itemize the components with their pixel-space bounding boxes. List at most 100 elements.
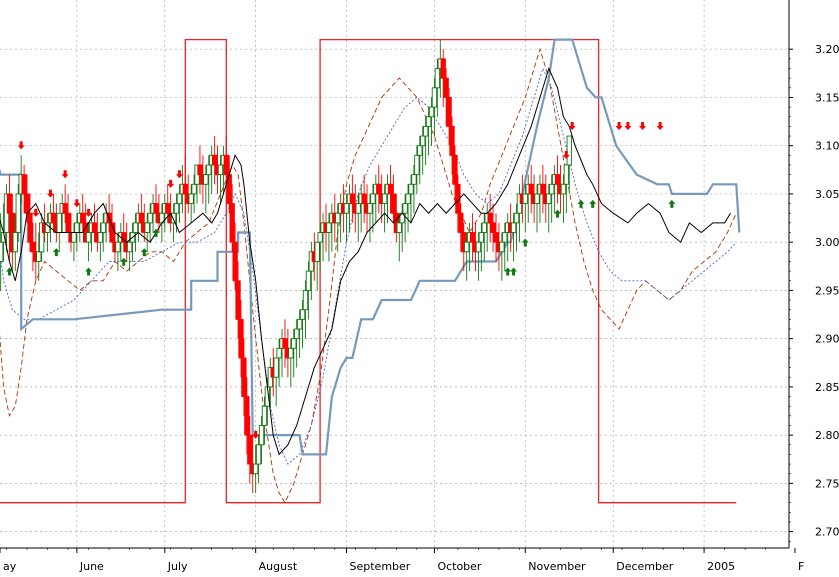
price-chart: 3.20 3.15 3.10 3.05 3.00 2.95 2.90 2.85 2.80 2.75… xyxy=(0,0,839,573)
price-bar-body xyxy=(305,270,312,291)
price-bar-body xyxy=(502,232,508,243)
price-bar-body xyxy=(24,193,30,214)
price-bar-body xyxy=(50,212,57,224)
price-bar-body xyxy=(85,232,92,243)
price-bar-body xyxy=(144,222,150,233)
price-bar-body xyxy=(335,212,341,224)
price-bar-body xyxy=(475,241,482,253)
chart-background xyxy=(0,0,839,573)
price-bar-body xyxy=(499,241,505,253)
price-bar-body xyxy=(376,183,382,195)
price-bar-body xyxy=(458,212,464,233)
price-bar-body xyxy=(522,193,528,205)
price-bar-body xyxy=(65,212,71,233)
chart-container: 3.20 3.15 3.10 3.05 3.00 2.95 2.90 2.85 2.80 2.75… xyxy=(0,0,839,573)
price-bar-body xyxy=(396,222,402,233)
price-bar-body xyxy=(355,203,361,214)
price-bar-body xyxy=(273,357,279,378)
price-bar-body xyxy=(244,396,250,436)
price-bar-body xyxy=(153,203,159,214)
y-tick-label: 2.85 xyxy=(815,381,839,394)
price-bar-body xyxy=(302,289,309,311)
price-bar-body xyxy=(490,222,496,233)
price-bar-body xyxy=(487,212,493,224)
price-bar-body xyxy=(170,212,177,224)
price-bar-body xyxy=(27,212,33,243)
x-tick-label: September xyxy=(350,560,411,573)
price-bar-body xyxy=(434,68,441,89)
price-bar-body xyxy=(80,212,86,224)
price-bar-body xyxy=(238,318,244,359)
y-tick-label: 3.15 xyxy=(815,91,839,104)
x-tick-label: F xyxy=(798,560,804,573)
x-tick-label: December xyxy=(616,560,674,573)
price-bar-body xyxy=(423,125,429,137)
y-tick-label: 2.95 xyxy=(815,284,839,297)
price-bar-body xyxy=(317,232,323,243)
price-bar-body xyxy=(411,174,417,185)
x-tick-label: 2005 xyxy=(707,560,735,573)
price-bar-body xyxy=(296,318,303,330)
price-bar-body xyxy=(255,444,262,465)
price-bar-body xyxy=(554,174,561,185)
price-bar-body xyxy=(165,203,171,214)
price-bar-body xyxy=(173,203,180,214)
price-bar-body xyxy=(469,232,476,243)
price-bar-body xyxy=(62,203,68,214)
price-bar-body xyxy=(349,193,356,205)
price-bar-body xyxy=(481,222,487,233)
price-bar-body xyxy=(446,96,452,127)
price-bar-body xyxy=(247,434,253,465)
x-tick-label: June xyxy=(79,560,104,573)
price-bar-body xyxy=(513,212,520,224)
price-bar-body xyxy=(191,183,197,195)
price-bar-body xyxy=(294,328,300,340)
price-bar-body xyxy=(235,280,241,320)
price-bar-body xyxy=(203,174,209,185)
price-bar-body xyxy=(197,164,203,176)
price-bar-body xyxy=(381,193,388,205)
price-bar-body xyxy=(36,251,42,262)
price-bar-body xyxy=(464,241,470,253)
price-bar-body xyxy=(493,232,499,243)
price-bar-body xyxy=(408,183,414,195)
price-bar-body xyxy=(91,222,98,233)
x-tick-label: November xyxy=(528,560,586,573)
x-tick-label: July xyxy=(167,560,188,573)
price-bar-body xyxy=(370,193,376,205)
price-bar-body xyxy=(188,193,194,205)
price-bar-body xyxy=(182,183,188,195)
price-bar-body xyxy=(21,174,27,195)
price-bar-body xyxy=(367,203,373,214)
price-bar-body xyxy=(282,338,288,349)
price-bar-body xyxy=(566,135,572,166)
price-bar-body xyxy=(478,232,484,243)
price-bar-body xyxy=(299,309,306,320)
x-tick-label: October xyxy=(437,560,481,573)
price-bar-body xyxy=(253,463,259,475)
price-bar-body xyxy=(276,347,282,359)
price-bar-body xyxy=(291,338,297,349)
price-bar-body xyxy=(56,212,62,233)
price-bar-body xyxy=(71,232,77,243)
price-bar-body xyxy=(100,222,106,233)
price-bar-body xyxy=(387,183,394,195)
price-bar-body xyxy=(528,183,534,195)
price-bar-body xyxy=(176,193,183,205)
price-bar-body xyxy=(138,212,144,224)
price-bar-body xyxy=(534,193,540,205)
price-bar-body xyxy=(288,347,294,359)
price-bar-body xyxy=(417,145,423,156)
y-tick-label: 3.10 xyxy=(815,140,839,153)
price-bar-body xyxy=(30,241,36,253)
price-bar-body xyxy=(402,203,408,214)
y-tick-label: 3.20 xyxy=(815,43,839,56)
price-bar-body xyxy=(549,183,555,195)
price-bar-body xyxy=(428,106,435,118)
price-bar-body xyxy=(217,164,224,176)
price-bar-body xyxy=(115,241,121,253)
price-bar-body xyxy=(425,116,432,127)
price-bar-body xyxy=(241,357,247,397)
price-bar-body xyxy=(563,164,569,185)
price-bar-body xyxy=(314,241,320,262)
